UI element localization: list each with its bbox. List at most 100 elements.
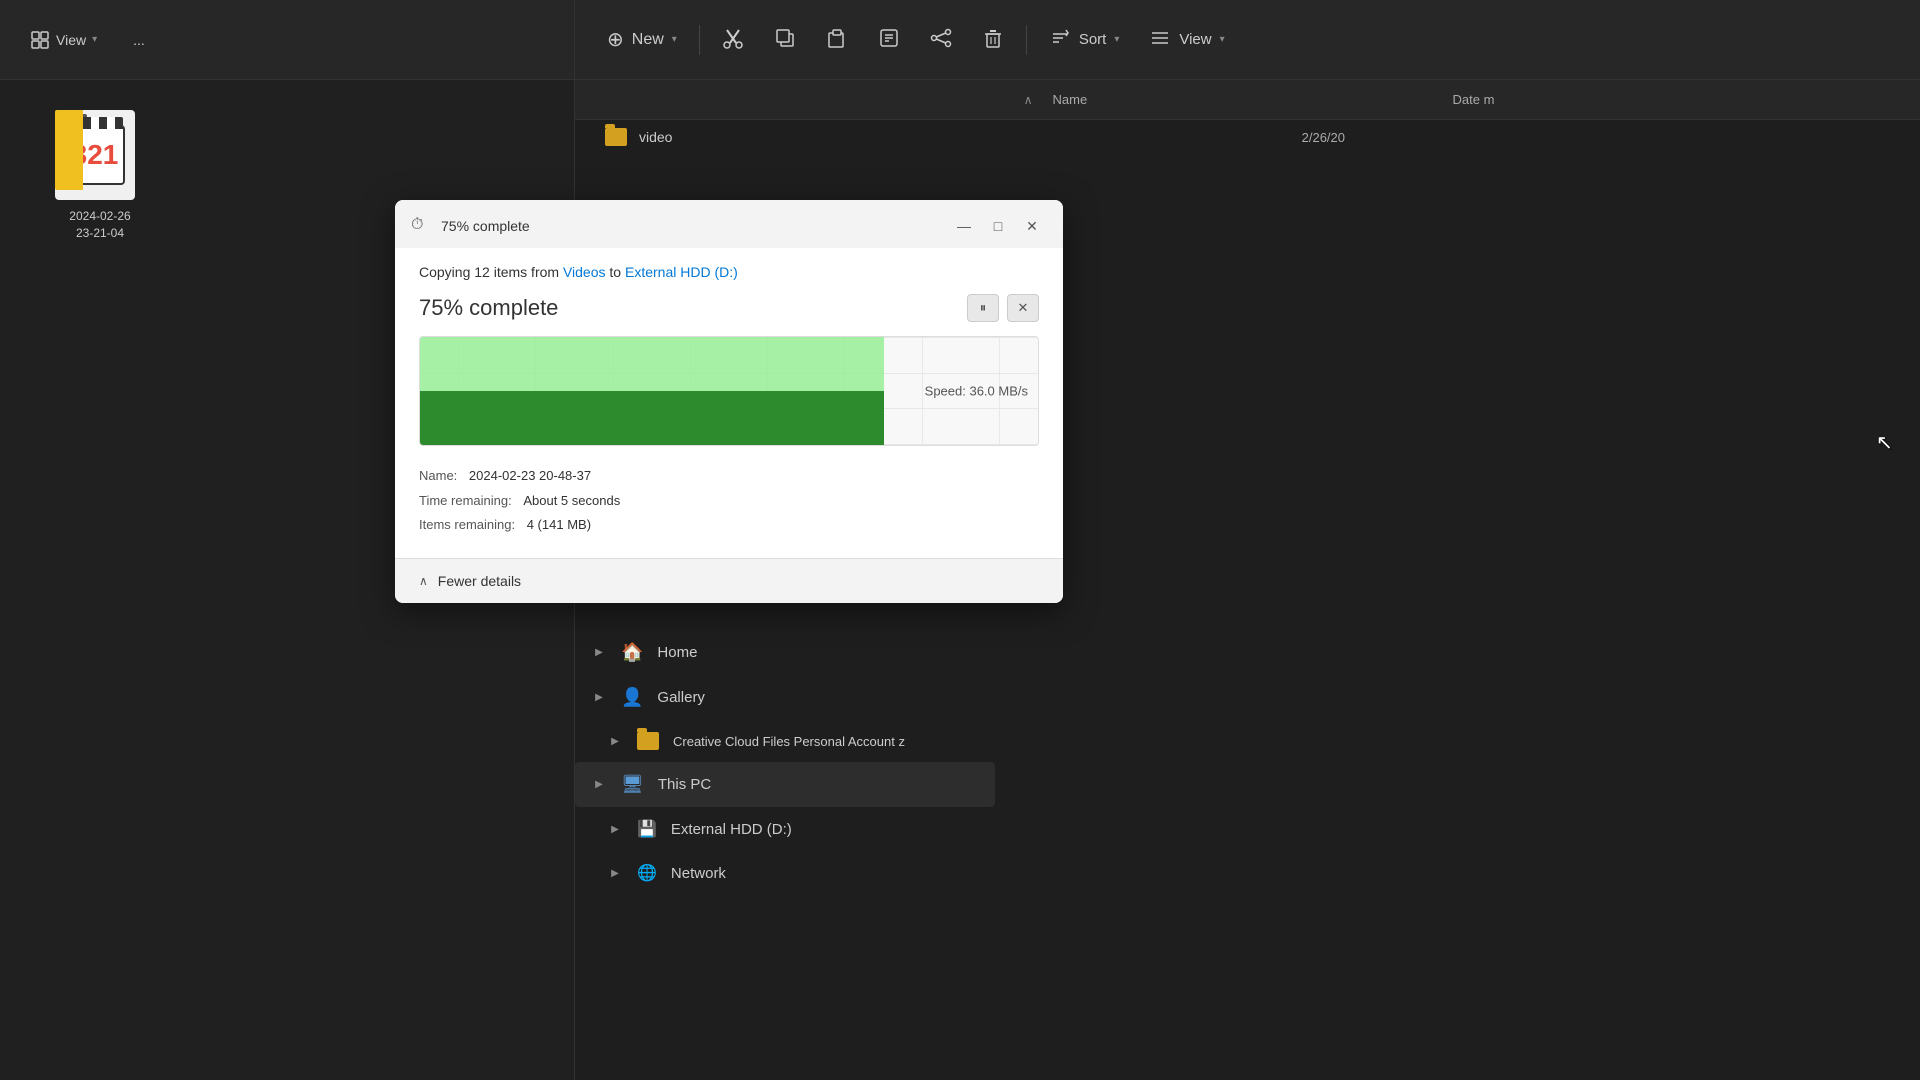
new-button[interactable]: ⊕ New ▾ xyxy=(595,19,689,60)
name-detail-label: Name: xyxy=(419,468,457,483)
view-right-label: View xyxy=(1179,31,1211,48)
copy-name-row: Name: 2024-02-23 20-48-37 xyxy=(419,464,1039,489)
sidebar-item-creative-cloud[interactable]: ▶ Creative Cloud Files Personal Account … xyxy=(575,720,995,762)
file-name-line2: 23-21-04 xyxy=(69,225,130,242)
sidebar-item-this-pc[interactable]: ▶ 🖥 This PC xyxy=(575,762,995,807)
expand-icon-creative: ▶ xyxy=(607,733,623,749)
dialog-footer[interactable]: ∧ Fewer details xyxy=(395,558,1063,603)
copy-percent-label: 75% complete xyxy=(419,295,558,321)
progress-chart: Speed: 36.0 MB/s xyxy=(420,337,1038,445)
left-toolbar: View ▾ ... xyxy=(0,0,574,80)
view-icon xyxy=(30,30,50,50)
paste-button[interactable] xyxy=(814,19,860,61)
sidebar-item-home[interactable]: ▶ 🏠 Home xyxy=(575,630,995,675)
cut-icon xyxy=(722,27,744,53)
view-button[interactable]: View ▾ xyxy=(20,24,107,56)
copy-dialog: ⏱ 75% complete — □ ✕ Copying 12 items fr… xyxy=(395,200,1063,603)
dialog-minimize-button[interactable]: — xyxy=(949,214,979,238)
items-detail-value: 4 (141 MB) xyxy=(527,517,591,532)
date-column-header[interactable]: Date m xyxy=(1443,92,1901,107)
time-remaining-row: Time remaining: About 5 seconds xyxy=(419,489,1039,514)
delete-button[interactable] xyxy=(970,19,1016,61)
view-right-icon xyxy=(1149,27,1171,53)
sort-icon xyxy=(1049,27,1071,53)
dialog-body: Copying 12 items from Videos to External… xyxy=(395,248,1063,558)
more-button[interactable]: ... xyxy=(123,26,155,54)
creative-cloud-label: Creative Cloud Files Personal Account z xyxy=(673,734,905,749)
home-label: Home xyxy=(657,644,697,661)
date-header-label: Date m xyxy=(1453,92,1495,107)
sidebar-item-network[interactable]: ▶ 🌐 Network xyxy=(575,851,995,895)
dialog-close-icon: ✕ xyxy=(1026,218,1038,235)
mouse-cursor: ↖ xyxy=(1876,430,1892,450)
dialog-titlebar: ⏱ 75% complete — □ ✕ xyxy=(395,200,1063,248)
yellow-badge xyxy=(55,110,83,190)
gallery-icon: 👤 xyxy=(621,687,643,708)
folder-icon xyxy=(605,128,627,146)
expand-icon-gallery: ▶ xyxy=(591,690,607,706)
copy-destination-link[interactable]: External HDD (D:) xyxy=(625,264,738,280)
gallery-label: Gallery xyxy=(657,689,705,706)
pause-button[interactable]: ⏸ xyxy=(967,294,999,322)
dialog-controls: — □ ✕ xyxy=(949,214,1047,238)
up-chevron-icon: ∧ xyxy=(1024,93,1033,107)
column-headers: ∧ Name Date m xyxy=(575,80,1920,120)
new-plus-icon: ⊕ xyxy=(607,27,624,52)
paste-icon xyxy=(826,27,848,53)
creative-cloud-icon xyxy=(637,732,659,750)
table-row[interactable]: video 2/26/20 xyxy=(575,120,1375,154)
copy-button[interactable] xyxy=(762,19,808,61)
more-label: ... xyxy=(133,32,145,48)
rename-button[interactable] xyxy=(866,19,912,61)
fewer-details-label: Fewer details xyxy=(438,573,521,589)
external-hdd-label: External HDD (D:) xyxy=(671,821,792,838)
copy-icon xyxy=(774,27,796,53)
copy-details: Name: 2024-02-23 20-48-37 Time remaining… xyxy=(419,464,1039,538)
maximize-icon: □ xyxy=(994,218,1002,234)
share-button[interactable] xyxy=(918,19,964,61)
new-chevron-icon: ▾ xyxy=(672,34,677,45)
copy-description-pre: Copying 12 items from xyxy=(419,264,563,280)
copy-percent-row: 75% complete ⏸ ✕ xyxy=(419,294,1039,322)
new-label: New xyxy=(632,31,664,49)
dialog-maximize-button[interactable]: □ xyxy=(983,214,1013,238)
speed-label: Speed: 36.0 MB/s xyxy=(925,384,1028,399)
sort-button[interactable]: Sort ▾ xyxy=(1037,19,1132,61)
file-row-name: video xyxy=(639,129,1090,145)
file-item[interactable]: .mp4 321 2024-02-26 23-21-04 xyxy=(40,110,160,242)
dialog-clock-icon: ⏱ xyxy=(411,216,431,236)
fewer-details-chevron-icon: ∧ xyxy=(419,574,428,588)
network-icon: 🌐 xyxy=(637,863,657,883)
sort-label: Sort xyxy=(1079,31,1107,48)
cut-button[interactable] xyxy=(710,19,756,61)
sidebar-item-gallery[interactable]: ▶ 👤 Gallery xyxy=(575,675,995,720)
rename-icon xyxy=(878,27,900,53)
sidebar-navigation: ▶ 🏠 Home ▶ 👤 Gallery ▶ Creative Cloud Fi… xyxy=(575,630,995,895)
expand-icon-this-pc: ▶ xyxy=(591,777,607,793)
copy-description: Copying 12 items from Videos to External… xyxy=(419,264,1039,280)
name-column-header[interactable]: Name xyxy=(1043,92,1443,107)
cancel-copy-icon: ✕ xyxy=(1018,300,1029,316)
copy-source-link[interactable]: Videos xyxy=(563,264,606,280)
sidebar-item-external-hdd[interactable]: ▶ 💾 External HDD (D:) xyxy=(575,807,995,851)
name-header-label: Name xyxy=(1053,92,1088,107)
file-rows: video 2/26/20 xyxy=(575,120,1920,154)
time-detail-value: About 5 seconds xyxy=(523,493,620,508)
view-label: View xyxy=(56,32,86,48)
progress-dark-bar xyxy=(420,391,884,445)
file-label: 2024-02-26 23-21-04 xyxy=(69,208,130,242)
file-row-date: 2/26/20 xyxy=(1302,130,1345,145)
progress-light-bar xyxy=(420,337,884,391)
expand-icon-network: ▶ xyxy=(607,865,623,881)
copy-description-mid: to xyxy=(606,264,625,280)
name-detail-value: 2024-02-23 20-48-37 xyxy=(469,468,591,483)
trash-icon xyxy=(982,27,1004,53)
file-name-line1: 2024-02-26 xyxy=(69,208,130,225)
view-chevron-icon: ▾ xyxy=(1220,34,1225,45)
view-right-button[interactable]: View ▾ xyxy=(1137,19,1236,61)
fewer-details-button[interactable]: Fewer details xyxy=(438,573,521,589)
items-remaining-row: Items remaining: 4 (141 MB) xyxy=(419,513,1039,538)
right-toolbar: ⊕ New ▾ xyxy=(575,0,1920,80)
cancel-copy-button[interactable]: ✕ xyxy=(1007,294,1039,322)
dialog-close-button[interactable]: ✕ xyxy=(1017,214,1047,238)
